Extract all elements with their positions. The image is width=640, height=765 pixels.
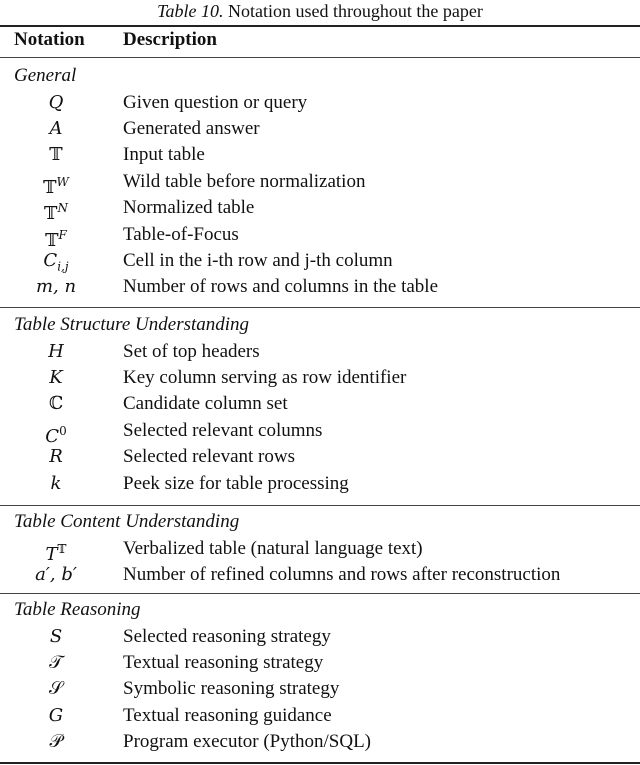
notation-symbol: 𝒯 — [0, 650, 112, 676]
table-caption: Table 10. Notation used throughout the p… — [0, 1, 640, 21]
notation-symbol: k — [0, 471, 112, 497]
symbol-superscript: 𝕋 — [57, 541, 67, 556]
notation-symbol: R — [0, 444, 112, 470]
table-row: Ci,j Cell in the i-th row and j-th column — [0, 248, 640, 274]
symbol-base: Q — [48, 91, 64, 113]
notation-description: Wild table before normalization — [123, 170, 366, 192]
notation-description: Selected reasoning strategy — [123, 625, 331, 647]
symbol-base: A — [49, 117, 63, 139]
symbol-base: 𝒯 — [49, 651, 63, 673]
section-title: Table Structure Understanding — [14, 314, 250, 335]
notation-description: Peek size for table processing — [123, 472, 349, 494]
table-row: a′, b′ Number of refined columns and rows… — [0, 562, 640, 588]
notation-symbol: H — [0, 339, 112, 365]
symbol-base: ℂ — [48, 393, 64, 415]
notation-symbol: A — [0, 116, 112, 142]
notation-description: Symbolic reasoning strategy — [123, 678, 340, 700]
table-row: 𝒯 Textual reasoning strategy — [0, 650, 640, 676]
table-row: 𝒫 Program executor (Python/SQL) — [0, 729, 640, 755]
notation-symbol: 𝕋 — [0, 142, 112, 168]
notation-symbol: 𝒫 — [0, 729, 112, 755]
notation-symbol: 𝒮 — [0, 676, 112, 702]
symbol-superscript: F — [58, 227, 67, 242]
table-row: m, n Number of rows and columns in the ta… — [0, 274, 640, 300]
notation-description: Number of rows and columns in the table — [123, 276, 439, 298]
notation-symbol: ℂ — [0, 391, 112, 417]
notation-description: Normalized table — [123, 197, 255, 219]
symbol-base: K — [49, 366, 63, 388]
notation-symbol: S — [0, 624, 112, 650]
table-row: H Set of top headers — [0, 339, 640, 365]
table-row: 𝕋F Table-of-Focus — [0, 222, 640, 251]
table-row: G Textual reasoning guidance — [0, 703, 640, 729]
section-rule — [0, 593, 640, 594]
symbol-superscript: N — [57, 201, 68, 216]
table-row: 𝕋W Wild table before normalization — [0, 169, 640, 198]
caption-label: Table 10. — [157, 1, 224, 21]
table-row: k Peek size for table processing — [0, 471, 640, 497]
notation-description: Number of refined columns and rows after… — [123, 563, 561, 585]
notation-description: Set of top headers — [123, 340, 260, 362]
symbol-base: 𝒮 — [49, 678, 63, 700]
section-rule — [0, 307, 640, 308]
table-row: R Selected relevant rows — [0, 444, 640, 470]
table-row: 𝕋 Input table — [0, 142, 640, 168]
symbol-base: 𝒫 — [49, 731, 63, 753]
notation-symbol: Q — [0, 90, 112, 116]
symbol-base: C — [43, 249, 58, 271]
notation-description: Verbalized table (natural language text) — [123, 537, 423, 559]
table-row: Q Given question or query — [0, 90, 640, 116]
notation-symbol: a′, b′ — [0, 562, 112, 588]
section-title: Table Content Understanding — [14, 511, 240, 532]
notation-description: Selected relevant columns — [123, 419, 323, 441]
symbol-superscript: 0 — [59, 423, 67, 438]
table-row: T𝕋 Verbalized table (natural language tex… — [0, 536, 640, 565]
symbol-subscript: i,j — [57, 259, 69, 274]
header-description: Description — [123, 29, 217, 50]
symbol-base: H — [48, 340, 64, 362]
table-row: K Key column serving as row identifier — [0, 365, 640, 391]
caption-text: Notation used throughout the paper — [223, 1, 483, 21]
notation-symbol: m, n — [0, 274, 112, 300]
notation-description: Textual reasoning strategy — [123, 651, 324, 673]
notation-description: Program executor (Python/SQL) — [123, 731, 372, 753]
section-rule — [0, 505, 640, 506]
table-row: 𝒮 Symbolic reasoning strategy — [0, 676, 640, 702]
section-title: General — [14, 65, 77, 86]
symbol-base: k — [50, 472, 62, 494]
notation-symbol: K — [0, 365, 112, 391]
notation-description: Selected relevant rows — [123, 446, 295, 468]
symbol-superscript: W — [56, 174, 69, 189]
notation-description: Textual reasoning guidance — [123, 704, 332, 726]
table-row: S Selected reasoning strategy — [0, 624, 640, 650]
notation-description: Key column serving as row identifier — [123, 366, 407, 388]
table-row: ℂ Candidate column set — [0, 391, 640, 417]
bottom-rule — [0, 762, 640, 764]
top-rule — [0, 25, 640, 27]
notation-description: Generated answer — [123, 117, 260, 139]
symbol-base: a′, b′ — [35, 563, 77, 585]
notation-description: Given question or query — [123, 91, 308, 113]
table-row: C0 Selected relevant columns — [0, 418, 640, 447]
section-title: Table Reasoning — [14, 599, 141, 620]
symbol-base: 𝕋 — [49, 144, 63, 166]
notation-description: Cell in the i-th row and j-th column — [123, 249, 393, 271]
symbol-base: m, n — [35, 276, 77, 298]
header-rule — [0, 57, 640, 58]
notation-description: Input table — [123, 144, 205, 166]
notation-description: Table-of-Focus — [123, 223, 239, 245]
symbol-base: G — [48, 704, 64, 726]
symbol-base: S — [49, 625, 63, 647]
table-row: 𝕋N Normalized table — [0, 195, 640, 224]
table-row: A Generated answer — [0, 116, 640, 142]
notation-symbol: G — [0, 703, 112, 729]
header-notation: Notation — [14, 29, 85, 50]
notation-description: Candidate column set — [123, 393, 288, 415]
symbol-base: R — [49, 446, 63, 468]
